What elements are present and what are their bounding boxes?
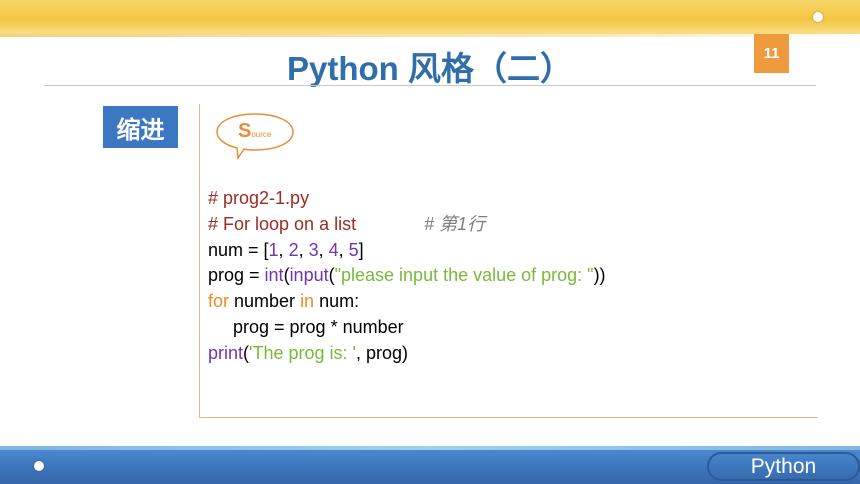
code-line-7: print('The prog is: ', prog): [208, 341, 606, 367]
code-text: prog =: [208, 265, 265, 286]
code-line-6: prog = prog * number: [208, 315, 606, 341]
bottom-dot-decoration: [34, 461, 44, 471]
code-text: , prog): [355, 342, 408, 363]
code-text: ,: [298, 239, 309, 260]
code-line-3: num = [1, 2, 3, 4, 5]: [208, 238, 606, 264]
title-divider: [44, 85, 816, 86]
code-text: ]: [358, 239, 364, 260]
code-text: num = [: [208, 239, 269, 260]
code-line-1: # prog2-1.py: [208, 186, 606, 212]
code-line-2: # For loop on a list # 第1行: [208, 212, 606, 238]
comment-line-note: # 第1行: [424, 213, 486, 234]
page-number-badge: 11: [754, 34, 789, 73]
code-keyword: for: [208, 291, 230, 312]
section-label: 缩进: [103, 106, 178, 148]
code-number: 4: [328, 239, 339, 260]
source-badge-rest: ource: [251, 130, 272, 139]
code-function: print: [208, 342, 244, 363]
source-badge-initial: S: [238, 120, 252, 142]
code-text: prog = prog * number: [208, 316, 404, 337]
code-line-4: prog = int(input("please input the value…: [208, 263, 606, 289]
source-badge: Source: [238, 120, 271, 143]
code-number: 1: [268, 239, 279, 260]
code-text: num:: [314, 291, 360, 312]
code-string: 'The prog is: ': [249, 342, 356, 363]
code-block: # prog2-1.py # For loop on a list # 第1行 n…: [208, 186, 606, 367]
slide-title: Python 风格（二）: [287, 50, 573, 87]
code-string: "please input the value of prog: ": [334, 265, 594, 286]
top-banner: [0, 0, 860, 34]
top-dot-decoration: [813, 12, 823, 22]
comment-filename: # prog2-1.py: [208, 188, 310, 208]
code-text: ,: [338, 239, 349, 260]
code-text: )): [593, 265, 606, 286]
comment-loop: # For loop on a list: [208, 213, 357, 234]
top-banner-edge: [0, 34, 860, 37]
code-function: int: [264, 265, 284, 286]
code-number: 5: [348, 239, 359, 260]
code-function: input: [289, 265, 329, 286]
code-text: ,: [318, 239, 329, 260]
code-text: ,: [278, 239, 289, 260]
code-number: 3: [308, 239, 319, 260]
code-keyword: in: [300, 291, 315, 312]
footer-python-label: Python: [707, 452, 860, 481]
code-line-5: for number in num:: [208, 289, 606, 315]
code-number: 2: [288, 239, 299, 260]
code-text: number: [229, 291, 301, 312]
